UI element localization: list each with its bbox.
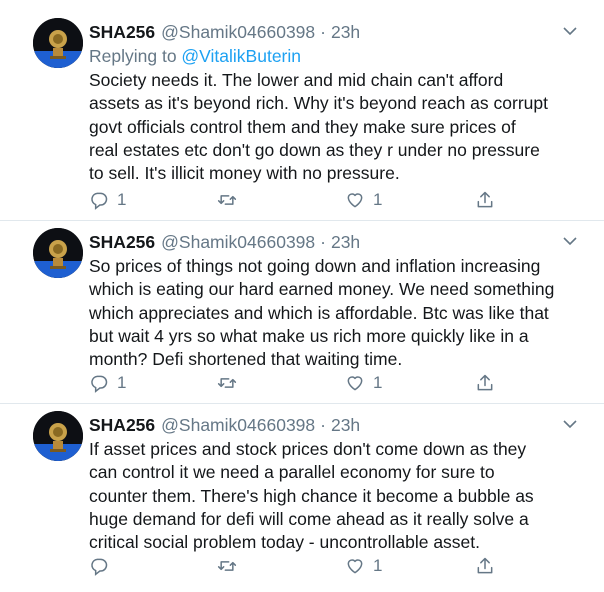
reply-button[interactable]: 1 [89, 188, 126, 212]
tweet-text-line: can control it we need a parallel econom… [89, 462, 495, 483]
avatar[interactable] [33, 411, 83, 461]
like-count: 1 [373, 190, 383, 209]
display-name[interactable]: SHA256 [89, 415, 155, 436]
tweet-text-line: govt officials control them and they mak… [89, 116, 516, 137]
tweet-content: SHA256 @Shamik04660398 · 23h So prices o… [89, 230, 584, 371]
avatar-icon [33, 228, 83, 278]
retweet-icon [217, 378, 237, 388]
reply-count: 1 [117, 190, 127, 209]
tweet-text-line: which is eating our hard earned money. W… [89, 279, 555, 300]
like-count: 1 [373, 373, 383, 392]
tweet-text-line: If asset prices and stock prices don't c… [89, 439, 527, 459]
tweet-text-line: which appreciates and which is affordabl… [89, 302, 549, 323]
like-button[interactable]: 1 [345, 554, 382, 578]
reply-icon [91, 192, 108, 210]
tweet-header: SHA256 @Shamik04660398 · 23h [89, 20, 584, 44]
display-name[interactable]: SHA256 [89, 232, 155, 253]
separator-dot: · [320, 414, 326, 435]
mention-link[interactable]: @VitalikButerin [181, 46, 301, 66]
tweet-text-line: but wait 4 yrs so what make us rich more… [89, 325, 529, 346]
tweet-text-line: Society needs it. The lower and mid chai… [89, 70, 504, 90]
chevron-down-icon[interactable] [561, 417, 579, 431]
timestamp[interactable]: 23h [331, 415, 360, 436]
tweet-text-line: So prices of things not going down and i… [89, 256, 541, 276]
reply-button[interactable]: 1 [89, 371, 126, 395]
tweet-header: SHA256 @Shamik04660398 · 23h [89, 413, 584, 437]
tweet-text-line: huge demand for defi will come ahead as … [89, 508, 529, 529]
like-count: 1 [373, 556, 383, 575]
share-icon [477, 374, 493, 391]
tweet-text-line: counter them. There's high chance it bec… [89, 485, 534, 506]
chevron-down-icon[interactable] [561, 234, 579, 248]
share-icon [477, 191, 493, 208]
share-icon [477, 557, 493, 574]
retweet-icon [217, 195, 237, 205]
tweet-text-line: critical social problem today - uncontro… [89, 532, 481, 553]
user-handle[interactable]: @Shamik04660398 [161, 22, 315, 43]
timestamp[interactable]: 23h [331, 232, 360, 253]
separator-dot: · [320, 231, 326, 252]
like-button[interactable]: 1 [345, 188, 382, 212]
tweet-content: SHA256 @Shamik04660398 · 23h If asset pr… [89, 413, 584, 554]
tweet-text: Society needs it. The lower and mid chai… [89, 69, 584, 185]
tweet[interactable]: SHA256 @Shamik04660398 · 23h If asset pr… [0, 404, 604, 592]
reply-icon [91, 375, 108, 393]
timestamp[interactable]: 23h [331, 22, 360, 43]
display-name[interactable]: SHA256 [89, 22, 155, 43]
tweet[interactable]: SHA256 @Shamik04660398 · 23h So prices o… [0, 221, 604, 404]
heart-icon [347, 376, 363, 391]
retweet-button[interactable] [217, 188, 245, 212]
tweet-text-line: month? Defi shortened that waiting time. [89, 349, 403, 370]
replying-to-label: Replying to [89, 46, 182, 66]
retweet-icon [217, 561, 237, 571]
reply-icon [91, 558, 108, 576]
tweet-actions: 1 1 [89, 188, 589, 212]
share-button[interactable] [475, 188, 495, 212]
user-handle[interactable]: @Shamik04660398 [161, 415, 315, 436]
separator-dot: · [320, 21, 326, 42]
reply-button[interactable] [89, 554, 117, 578]
tweet-actions: 1 1 [89, 371, 589, 395]
avatar[interactable] [33, 228, 83, 278]
heart-icon [347, 193, 363, 208]
share-button[interactable] [475, 371, 495, 395]
heart-icon [347, 559, 363, 574]
retweet-button[interactable] [217, 371, 245, 395]
user-handle[interactable]: @Shamik04660398 [161, 232, 315, 253]
tweet-text-line: real estates etc don't go down as they r… [89, 139, 540, 160]
like-button[interactable]: 1 [345, 371, 382, 395]
share-button[interactable] [475, 554, 495, 578]
tweet-text: If asset prices and stock prices don't c… [89, 438, 584, 554]
tweet-content: SHA256 @Shamik04660398 · 23h Replying to… [89, 20, 584, 185]
replying-to: Replying to @VitalikButerin [89, 44, 584, 68]
retweet-button[interactable] [217, 554, 245, 578]
tweet-text-line: to sell. It's illicit money with no pres… [89, 163, 400, 184]
reply-count: 1 [117, 373, 127, 392]
tweet-header: SHA256 @Shamik04660398 · 23h [89, 230, 584, 254]
avatar-icon [33, 18, 83, 68]
tweet-actions: 1 [89, 554, 589, 578]
avatar-icon [33, 411, 83, 461]
tweet-text-line: assets as it's beyond rich. Why it's bey… [89, 93, 548, 114]
chevron-down-icon[interactable] [561, 24, 579, 38]
tweet[interactable]: SHA256 @Shamik04660398 · 23h Replying to… [0, 0, 604, 221]
tweet-text: So prices of things not going down and i… [89, 255, 584, 371]
avatar[interactable] [33, 18, 83, 68]
